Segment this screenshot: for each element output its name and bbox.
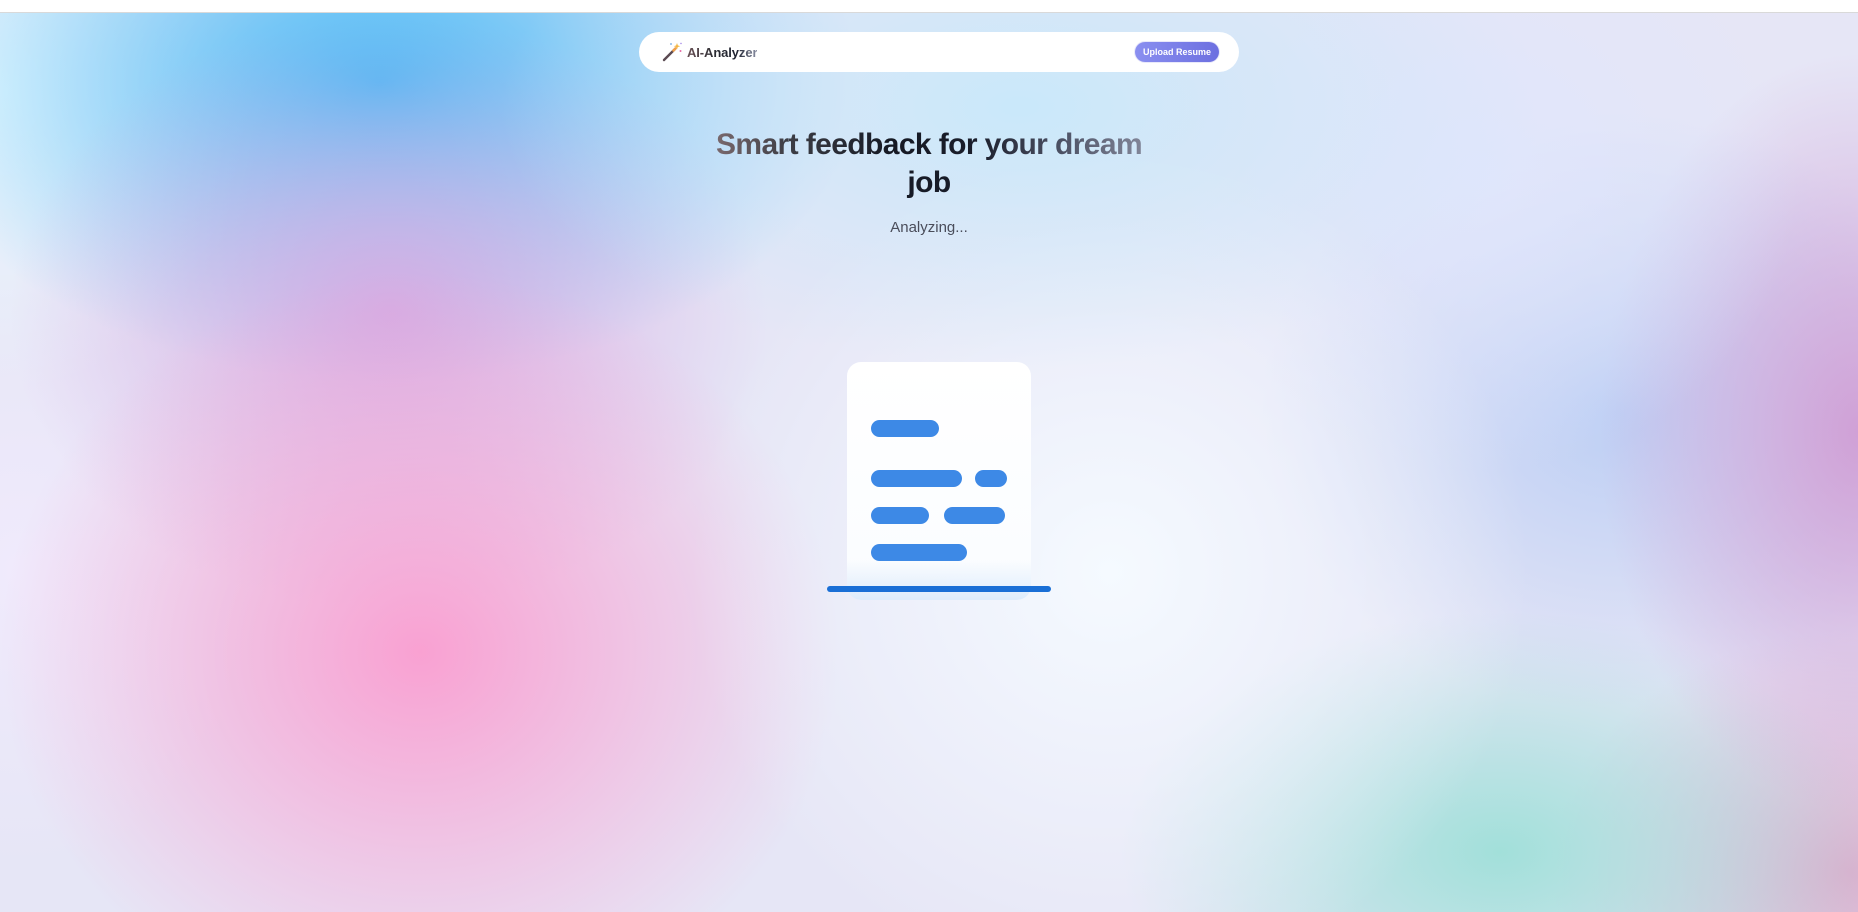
scan-progress-bar [827,586,1051,592]
brand-link[interactable]: AI-Analyzer [661,41,758,63]
window-top-edge [0,0,1858,13]
document-text-line [871,470,962,487]
document-text-line [871,507,929,524]
resume-document-icon [847,362,1031,600]
analysis-status-text: Analyzing... [890,219,968,236]
page-title: Smart feedback for your dream job [699,126,1159,202]
document-text-line [871,544,967,561]
top-navbar: AI-Analyzer Upload Resume [639,32,1239,72]
upload-resume-button[interactable]: Upload Resume [1134,42,1219,62]
magic-wand-icon [661,41,683,63]
document-text-line [975,470,1007,487]
scan-glow [847,560,1031,600]
document-text-line [944,507,1005,524]
hero-section: Smart feedback for your dream job Analyz… [0,126,1858,236]
brand-name: AI-Analyzer [687,44,758,60]
document-heading-line [871,420,939,437]
